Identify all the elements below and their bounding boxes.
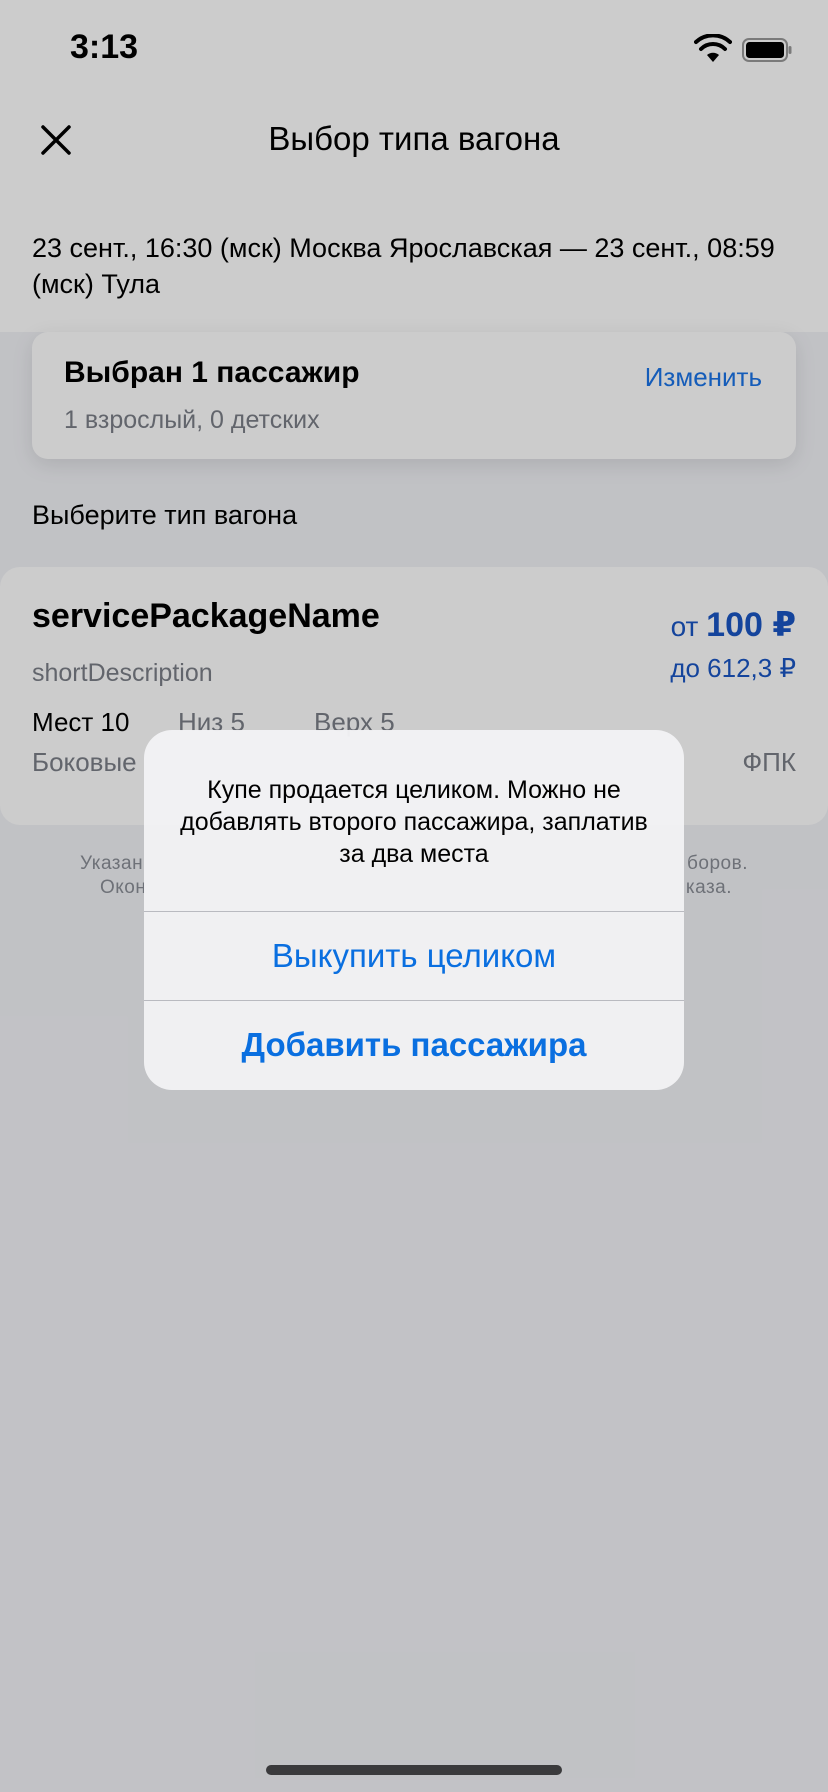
alert-dialog: Купе продается целиком. Можно не добавля… bbox=[144, 730, 684, 1090]
add-passenger-button[interactable]: Добавить пассажира bbox=[144, 1001, 684, 1089]
alert-message: Купе продается целиком. Можно не добавля… bbox=[180, 776, 648, 868]
buy-whole-compartment-button[interactable]: Выкупить целиком bbox=[144, 912, 684, 1000]
home-indicator[interactable] bbox=[266, 1765, 562, 1775]
